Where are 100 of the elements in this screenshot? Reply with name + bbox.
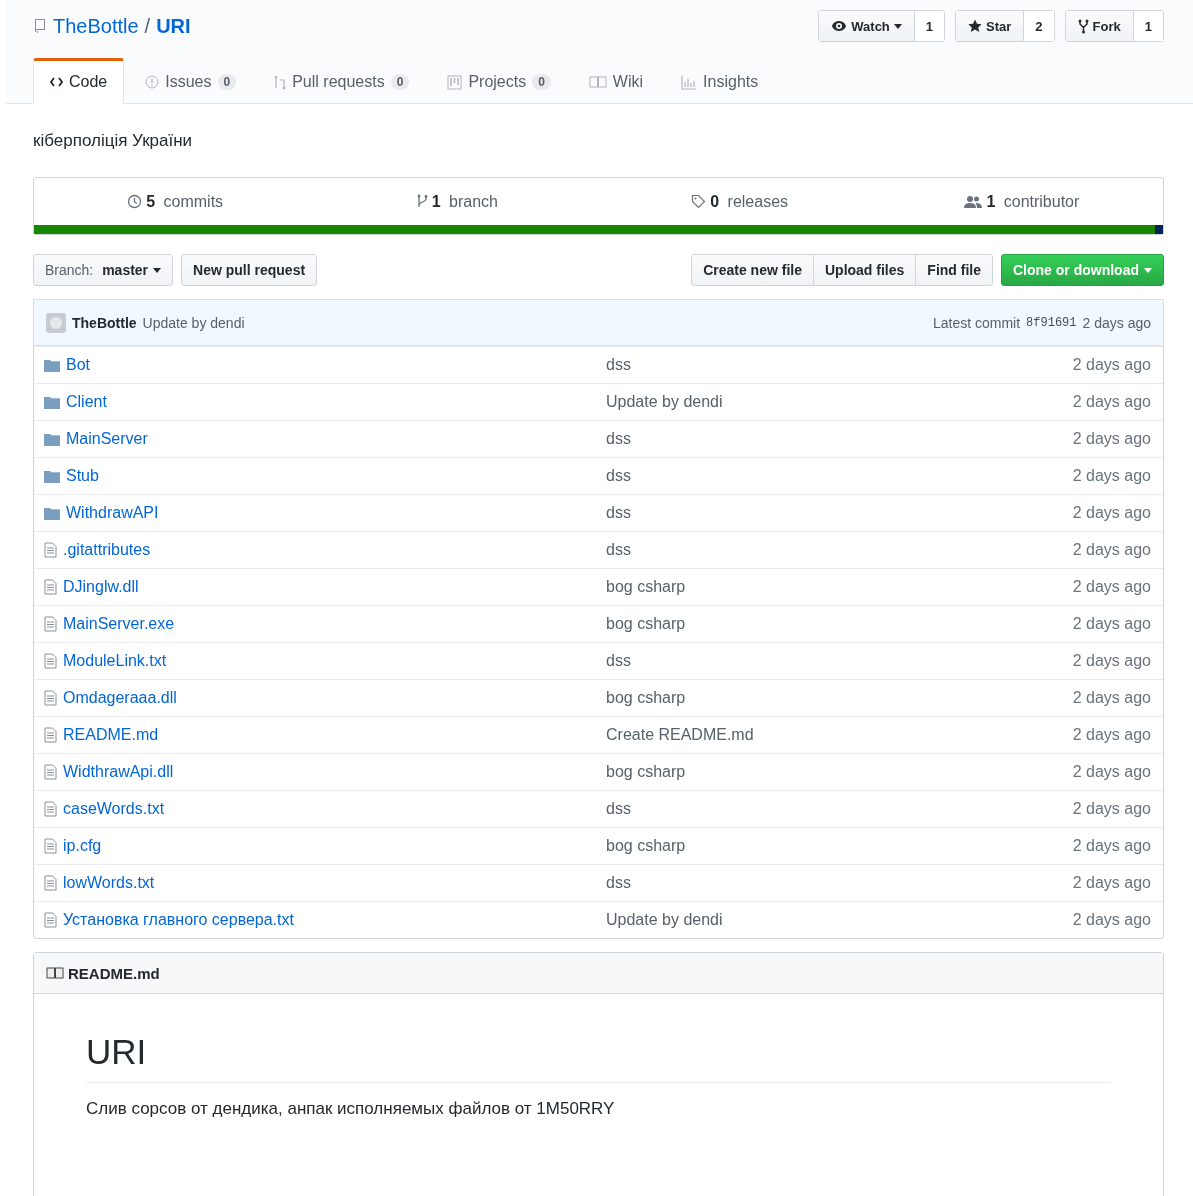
file-name-link[interactable]: MainServer <box>66 430 148 448</box>
new-pull-request-button[interactable]: New pull request <box>181 254 318 286</box>
file-icon <box>44 838 57 854</box>
file-name-link[interactable]: Client <box>66 393 107 411</box>
commit-message-link[interactable]: dss <box>606 874 631 891</box>
commit-message-link[interactable]: Update by dendi <box>606 393 723 410</box>
file-name-link[interactable]: Установка главного сервера.txt <box>63 911 294 929</box>
fork-icon <box>1077 18 1089 34</box>
commit-message-link[interactable]: dss <box>606 356 631 373</box>
repo-name-link[interactable]: URI <box>156 14 191 38</box>
eye-icon <box>831 20 848 32</box>
commit-age: 2 days ago <box>1082 314 1151 331</box>
file-action-button[interactable]: Find file <box>915 254 993 286</box>
folder-icon <box>44 432 60 446</box>
commit-sha-link[interactable]: 8f91691 <box>1026 315 1077 330</box>
folder-icon <box>44 395 60 409</box>
file-age: 2 days ago <box>1072 541 1151 558</box>
folder-icon <box>44 506 60 520</box>
file-age: 2 days ago <box>1072 763 1151 780</box>
branch-select-button[interactable]: Branch: master <box>33 254 174 286</box>
file-age: 2 days ago <box>1072 615 1151 632</box>
repo-tab[interactable]: Pull requests 0 <box>257 58 427 104</box>
repo-tab[interactable]: Projects 0 <box>430 58 568 104</box>
file-name-link[interactable]: MainServer.exe <box>63 615 175 633</box>
file-icon <box>44 690 57 706</box>
readme-heading: URI <box>86 1032 1111 1083</box>
project-board-icon <box>447 74 463 90</box>
folder-icon <box>44 358 60 372</box>
file-name-link[interactable]: README.md <box>63 726 159 744</box>
file-age: 2 days ago <box>1072 504 1151 521</box>
file-name-link[interactable]: ip.cfg <box>63 837 102 855</box>
file-name-link[interactable]: lowWords.txt <box>63 874 155 892</box>
summary-link[interactable]: 0 releases <box>598 192 881 211</box>
summary-link[interactable]: 1 contributor <box>880 192 1163 211</box>
file-name-link[interactable]: caseWords.txt <box>63 800 165 818</box>
file-icon <box>44 764 57 780</box>
repo-action-button[interactable]: Star <box>956 11 1025 41</box>
file-icon <box>44 801 57 817</box>
commit-message-link[interactable]: dss <box>606 541 631 558</box>
file-age: 2 days ago <box>1072 837 1151 854</box>
commit-message-link[interactable]: dss <box>606 504 631 521</box>
star-icon <box>968 19 983 33</box>
owner-link[interactable]: TheBottle <box>53 14 139 38</box>
file-name-link[interactable]: .gitattributes <box>63 541 151 559</box>
file-icon <box>44 542 57 558</box>
issue-icon <box>145 75 160 89</box>
commit-message-link[interactable]: Update by dendi <box>606 911 723 928</box>
commit-message-link[interactable]: Create README.md <box>606 726 754 743</box>
commit-message-link[interactable]: Update by dendi <box>142 314 245 331</box>
commit-message-link[interactable]: bog csharp <box>606 578 686 595</box>
file-name-link[interactable]: Bot <box>66 356 90 374</box>
readme-paragraph: Слив сорсов от дендика, анпак исполняемых файлов от 1M50RRY <box>86 1099 616 1119</box>
repo-tab[interactable]: Insights <box>664 58 776 104</box>
folder-icon <box>44 469 60 483</box>
file-age: 2 days ago <box>1072 652 1151 669</box>
commit-message-link[interactable]: bog csharp <box>606 689 686 706</box>
file-icon <box>44 579 57 595</box>
file-name-link[interactable]: Stub <box>66 467 99 485</box>
social-count[interactable]: 1 <box>1133 11 1163 41</box>
tag-icon <box>691 194 707 209</box>
file-icon <box>44 616 57 632</box>
summary-link[interactable]: 5 commits <box>34 192 317 211</box>
file-name-link[interactable]: WithdrawAPI <box>66 504 159 522</box>
repo-tab[interactable]: Wiki <box>571 58 661 104</box>
file-age: 2 days ago <box>1072 800 1151 817</box>
book-icon <box>46 967 64 979</box>
repo-action-button[interactable]: Watch <box>819 11 915 41</box>
file-age: 2 days ago <box>1072 356 1151 373</box>
repo-tab[interactable]: Code <box>33 58 125 104</box>
file-age: 2 days ago <box>1072 874 1151 891</box>
caret-icon <box>893 23 902 29</box>
commit-author-link[interactable]: TheBottle <box>72 314 137 331</box>
commit-message-link[interactable]: dss <box>606 467 631 484</box>
social-count[interactable]: 2 <box>1024 11 1054 41</box>
file-age: 2 days ago <box>1072 393 1151 410</box>
commit-message-link[interactable]: bog csharp <box>606 763 686 780</box>
repo-action-button[interactable]: Fork <box>1065 11 1134 41</box>
repo-tab[interactable]: Issues 0 <box>128 58 254 104</box>
code-icon <box>50 77 63 87</box>
file-age: 2 days ago <box>1072 689 1151 706</box>
summary-link[interactable]: 1 branch <box>316 192 599 211</box>
path-separator: / <box>144 14 151 38</box>
book-icon <box>588 76 607 88</box>
file-age: 2 days ago <box>1072 911 1151 928</box>
commit-message-link[interactable]: bog csharp <box>606 837 686 854</box>
file-name-link[interactable]: Omdageraaa.dll <box>63 689 177 707</box>
commit-message-link[interactable]: dss <box>606 652 631 669</box>
file-name-link[interactable]: ModuleLink.txt <box>63 652 167 670</box>
file-icon <box>44 875 57 891</box>
file-age: 2 days ago <box>1072 578 1151 595</box>
avatar-icon <box>46 312 66 333</box>
repo-icon <box>33 18 47 34</box>
commit-message-link[interactable]: bog csharp <box>606 615 686 632</box>
commit-message-link[interactable]: dss <box>606 800 631 817</box>
commit-message-link[interactable]: dss <box>606 430 631 447</box>
social-count[interactable]: 1 <box>914 11 945 41</box>
file-name-link[interactable]: WidthrawApi.dll <box>63 763 174 781</box>
file-action-button[interactable]: Create new file <box>691 254 814 286</box>
file-name-link[interactable]: DJinglw.dll <box>63 578 139 596</box>
file-action-button[interactable]: Upload files <box>812 254 917 286</box>
